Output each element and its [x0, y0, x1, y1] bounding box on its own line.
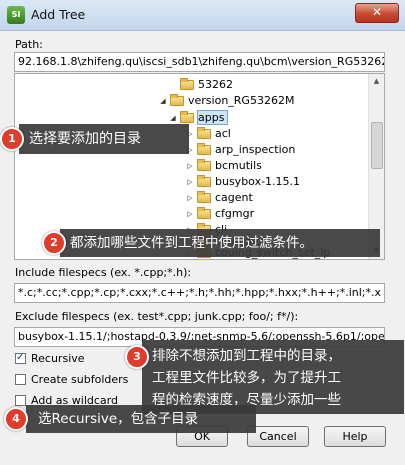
scroll-up-icon[interactable]: ▲ [369, 74, 384, 89]
tree-node[interactable]: 53262 [168, 77, 233, 93]
app-icon: SI [7, 6, 25, 24]
checkbox-icon[interactable] [15, 373, 26, 385]
folder-icon [197, 175, 211, 187]
checkbox-checked-icon[interactable] [15, 351, 26, 365]
callout-recursive: 选Recursive，包含子目录 [26, 405, 256, 433]
close-button[interactable]: ✕ [355, 3, 399, 23]
folder-icon [197, 191, 211, 203]
tree-node[interactable]: ▷ acl [185, 126, 231, 142]
path-input[interactable]: 92.168.1.8\zhifeng.qu\iscsi_sdb1\zhifeng… [14, 52, 385, 72]
callout-number-badge: 1 [0, 127, 24, 151]
tree-node[interactable]: ▷ cagent [185, 190, 253, 206]
expander-icon[interactable]: ▷ [185, 206, 195, 222]
tree-node[interactable]: ◢ version_RG53262M [158, 93, 294, 109]
exclude-label: Exclude filespecs (ex. test*.cpp; junk.c… [15, 310, 299, 323]
folder-open-icon [180, 111, 194, 123]
expander-icon[interactable]: ▷ [185, 174, 195, 190]
callout-number-badge: 3 [125, 345, 149, 369]
title-bar: SI Add Tree ✕ [0, 0, 405, 31]
callout-number-badge: 4 [4, 407, 28, 431]
help-button[interactable]: Help [324, 426, 386, 447]
callout-include-filter: 都添加哪些文件到工程中使用过滤条件。 [60, 229, 380, 257]
callout-number-badge: 2 [42, 231, 66, 255]
cancel-button[interactable]: Cancel [247, 426, 309, 447]
tree-node[interactable]: ▷ busybox-1.15.1 [185, 174, 300, 190]
expander-icon[interactable]: ▷ [185, 158, 195, 174]
scroll-thumb[interactable] [371, 122, 383, 169]
create-subfolders-checkbox[interactable]: Create subfolders [15, 373, 128, 387]
folder-icon [197, 159, 211, 171]
path-label: Path: [15, 38, 43, 51]
expander-icon[interactable]: ▷ [185, 190, 195, 206]
tree-node[interactable]: ▷ arp_inspection [185, 142, 295, 158]
tree-node[interactable]: ▷ bcmutils [185, 158, 262, 174]
expander-icon[interactable]: ◢ [158, 93, 168, 109]
include-input[interactable]: *.c;*.cc;*.cpp;*.cp;*.cxx;*.c++;*.h;*.hh… [14, 283, 385, 303]
folder-open-icon [170, 94, 184, 106]
folder-icon [197, 127, 211, 139]
recursive-checkbox[interactable]: Recursive [15, 351, 85, 366]
callout-select-directory: 选择要添加的目录 [19, 124, 189, 154]
checkbox-icon[interactable] [15, 394, 26, 406]
callout-exclude-directories: 排除不想添加到工程中的目录， 工程里文件比较多，为了提升工 程的检索速度，尽量少… [142, 340, 404, 414]
folder-icon [197, 207, 211, 219]
folder-icon [180, 78, 194, 90]
tree-node[interactable]: ▷ cfgmgr [185, 206, 254, 222]
window-title: Add Tree [31, 7, 86, 22]
folder-icon [197, 143, 211, 155]
include-label: Include filespecs (ex. *.cpp;*.h): [15, 266, 192, 279]
